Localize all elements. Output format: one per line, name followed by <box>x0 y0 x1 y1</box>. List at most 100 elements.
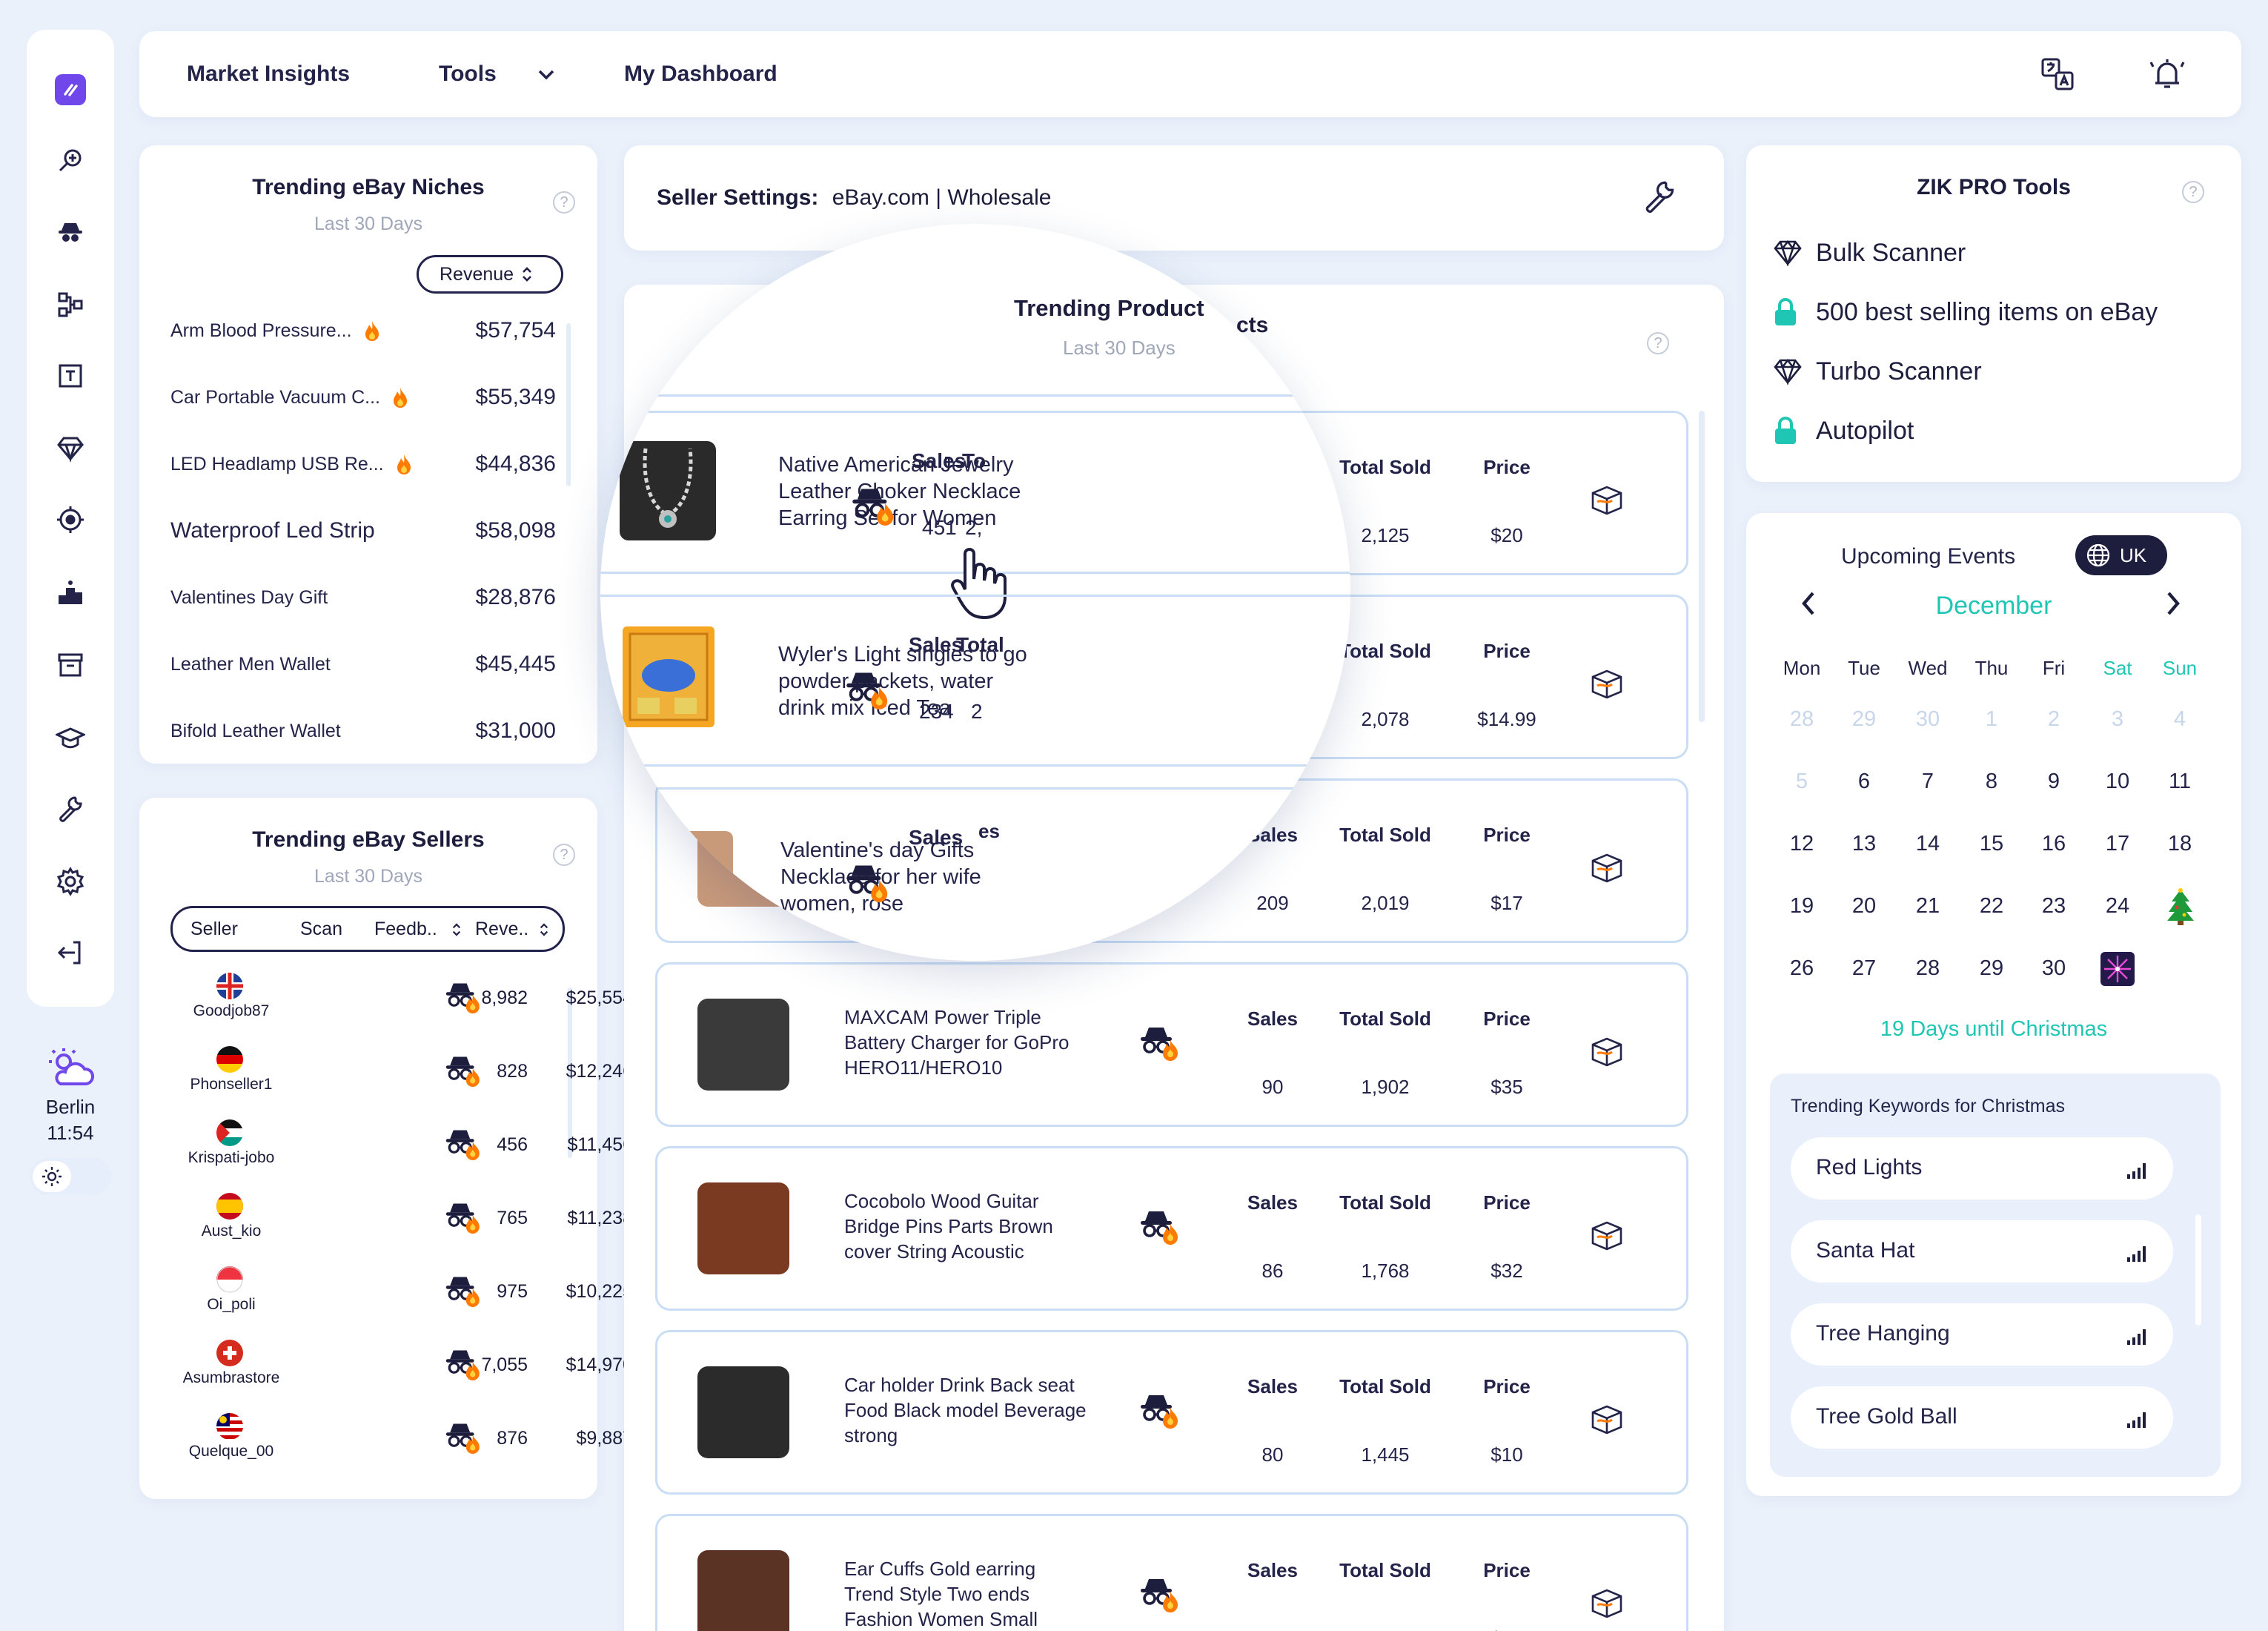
calendar-day[interactable]: 28 <box>1770 707 1834 732</box>
lens-product-row[interactable]: Native American Jewelry Leather Choker N… <box>600 411 1350 620</box>
diamond-icon[interactable] <box>55 433 86 464</box>
calendar-day[interactable]: 15 <box>1960 832 2023 856</box>
product-card[interactable]: Ear Cuffs Gold earring Trend Style Two e… <box>655 1514 1688 1631</box>
niche-row[interactable]: Valentines Day Gift $28,876 <box>170 575 556 620</box>
header-revenue[interactable]: Reve.. <box>475 919 528 940</box>
niche-row[interactable]: LED Headlamp USB Re... $44,836 <box>170 442 556 486</box>
calendar-day[interactable]: 16 <box>2022 832 2086 856</box>
seller-name[interactable]: Krispati-jobo <box>157 1149 305 1167</box>
help-icon[interactable]: ? <box>2182 181 2204 203</box>
spy-scan-icon[interactable] <box>1139 1024 1181 1066</box>
nav-tools[interactable]: Tools <box>439 31 497 117</box>
product-box-icon[interactable] <box>1590 850 1624 887</box>
sort-icon[interactable] <box>451 922 462 938</box>
header-seller[interactable]: Seller <box>190 919 238 940</box>
help-icon[interactable]: ? <box>553 191 575 214</box>
product-name[interactable]: Ear Cuffs Gold earring Trend Style Two e… <box>844 1556 1089 1631</box>
calendar-day[interactable]: 2 <box>2022 707 2086 732</box>
seller-row[interactable]: Phonseller1 828 $12,246 <box>157 1046 706 1119</box>
niches-scrollbar[interactable] <box>566 323 571 486</box>
calendar-day[interactable]: 20 <box>1832 894 1896 919</box>
niche-row[interactable]: Waterproof Led Strip $58,098 <box>170 509 556 553</box>
niche-row[interactable]: Car Portable Vacuum C... $55,349 <box>170 375 556 420</box>
product-name[interactable]: MAXCAM Power Triple Battery Charger for … <box>844 1005 1089 1080</box>
logout-icon[interactable] <box>55 937 86 968</box>
wrench-icon[interactable] <box>55 793 86 824</box>
calendar-day[interactable]: 17 <box>2086 832 2149 856</box>
archive-icon[interactable] <box>55 649 86 681</box>
product-card[interactable]: Cocobolo Wood Guitar Bridge Pins Parts B… <box>655 1146 1688 1311</box>
spy-scan-icon[interactable] <box>851 485 897 532</box>
text-frame-icon[interactable] <box>55 360 86 391</box>
spy-scan-icon[interactable] <box>1139 1392 1181 1434</box>
tool-item[interactable]: Turbo Scanner <box>1773 353 1982 390</box>
product-box-icon[interactable] <box>1590 1402 1624 1438</box>
spy-scan-icon[interactable] <box>845 861 891 908</box>
calendar-day[interactable]: 7 <box>1896 770 1960 794</box>
keyword-chip[interactable]: Santa Hat <box>1791 1220 2173 1283</box>
theme-toggle[interactable] <box>30 1158 111 1195</box>
spy-scan-icon[interactable] <box>1139 1208 1181 1250</box>
calendar-day[interactable]: 18 <box>2148 832 2212 856</box>
firework-icon[interactable] <box>2100 952 2135 986</box>
seller-row[interactable]: Krispati-jobo 456 $11,456 <box>157 1119 706 1192</box>
tool-item[interactable]: Autopilot <box>1773 412 1914 449</box>
seller-name[interactable]: Oi_poli <box>157 1296 305 1314</box>
product-box-icon[interactable] <box>1590 666 1624 703</box>
calendar-day[interactable]: 23 <box>2022 894 2086 919</box>
app-logo-icon[interactable] <box>55 74 86 105</box>
calendar-day[interactable]: 1 <box>1960 707 2023 732</box>
product-name[interactable]: Cocobolo Wood Guitar Bridge Pins Parts B… <box>844 1188 1089 1264</box>
product-card[interactable]: MAXCAM Power Triple Battery Charger for … <box>655 962 1688 1127</box>
product-card[interactable]: Car holder Drink Back seat Food Black mo… <box>655 1330 1688 1495</box>
calendar-day[interactable]: 21 <box>1896 894 1960 919</box>
seller-name[interactable]: Phonseller1 <box>157 1076 305 1094</box>
product-box-icon[interactable] <box>1590 1034 1624 1071</box>
bell-icon[interactable] <box>2148 55 2186 97</box>
niche-row[interactable]: Leather Men Wallet $45,445 <box>170 642 556 687</box>
niche-row[interactable]: Arm Blood Pressure... $57,754 <box>170 308 556 353</box>
calendar-day[interactable]: 30 <box>2022 956 2086 981</box>
calendar-day[interactable]: 29 <box>1960 956 2023 981</box>
seller-settings-value[interactable]: eBay.com | Wholesale <box>832 185 1052 210</box>
calendar-day[interactable]: 6 <box>1832 770 1896 794</box>
settings-gear-icon[interactable] <box>55 866 86 897</box>
lens-product-row[interactable]: Wyler's Light singles to go powder packe… <box>600 595 1350 767</box>
calendar-day[interactable]: 22 <box>1960 894 2023 919</box>
header-scan[interactable]: Scan <box>300 919 342 940</box>
calendar-day[interactable]: 8 <box>1960 770 2023 794</box>
calendar-day[interactable]: 30 <box>1896 707 1960 732</box>
keyword-chip[interactable]: Tree Hanging <box>1791 1303 2173 1366</box>
niches-sort-button[interactable]: Revenue <box>417 255 563 294</box>
seller-row[interactable]: Quelque_00 876 $9,887 <box>157 1413 706 1486</box>
tool-item[interactable]: 500 best selling items on eBay <box>1773 294 2158 331</box>
calendar-day[interactable]: 10 <box>2086 770 2149 794</box>
sort-icon[interactable] <box>539 922 549 938</box>
product-box-icon[interactable] <box>1590 1218 1624 1254</box>
seller-name[interactable]: Goodjob87 <box>157 1002 305 1020</box>
seller-name[interactable]: Asumbrastore <box>157 1369 305 1387</box>
graduation-cap-icon[interactable] <box>55 722 86 753</box>
calendar-day[interactable]: 28 <box>1896 956 1960 981</box>
help-icon[interactable]: ? <box>553 844 575 866</box>
lens-product-row[interactable]: Valentine's day Gifts Necklace for her w… <box>645 787 1350 961</box>
seller-row[interactable]: Aust_kio 765 $11,238 <box>157 1193 706 1266</box>
nav-market-insights[interactable]: Market Insights <box>187 31 350 117</box>
keyword-chip[interactable]: Tree Gold Ball <box>1791 1386 2173 1449</box>
product-box-icon[interactable] <box>1590 483 1624 519</box>
target-icon[interactable] <box>55 504 86 535</box>
product-name[interactable]: Car holder Drink Back seat Food Black mo… <box>844 1372 1089 1448</box>
chevron-down-icon[interactable] <box>535 64 557 90</box>
nav-my-dashboard[interactable]: My Dashboard <box>624 31 777 117</box>
calendar-day[interactable]: 24 <box>2086 894 2149 919</box>
spy-scan-icon[interactable] <box>845 669 891 715</box>
workflow-icon[interactable] <box>55 289 86 320</box>
translate-icon[interactable] <box>2040 56 2075 96</box>
seller-name[interactable]: Quelque_00 <box>157 1443 305 1460</box>
keyword-chip[interactable]: Red Lights <box>1791 1137 2173 1200</box>
calendar-day[interactable]: 12 <box>1770 832 1834 856</box>
region-selector[interactable]: UK <box>2075 535 2167 575</box>
calendar-day[interactable]: 4 <box>2148 707 2212 732</box>
search-icon[interactable] <box>55 145 86 176</box>
calendar-day[interactable]: 29 <box>1832 707 1896 732</box>
